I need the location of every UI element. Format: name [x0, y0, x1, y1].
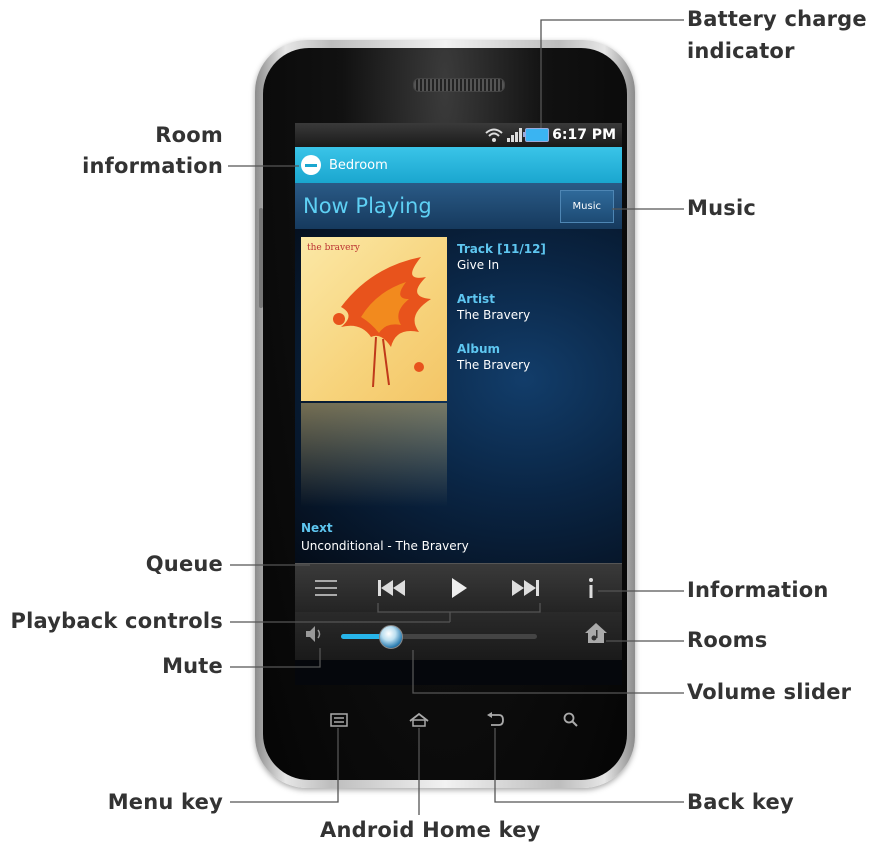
rooms-button[interactable]	[584, 622, 608, 650]
search-icon	[563, 712, 578, 727]
earpiece-speaker	[413, 78, 505, 92]
play-button[interactable]	[442, 571, 476, 605]
house-music-icon	[585, 623, 607, 643]
callout-room-line2: information	[82, 154, 223, 178]
callout-room-line1: Room	[155, 123, 223, 147]
callout-rooms: Rooms	[687, 628, 768, 652]
signal-icon	[507, 128, 523, 142]
phone-screen: 6:17 PM Bedroom Now Playing Music the br…	[295, 123, 622, 685]
menu-key[interactable]	[326, 707, 352, 733]
track-label: Track [11/12]	[457, 242, 546, 256]
track-name: Give In	[457, 258, 500, 272]
next-track-button[interactable]	[508, 571, 542, 605]
phoenix-artwork	[333, 257, 431, 388]
queue-button[interactable]	[309, 571, 343, 605]
status-time: 6:17 PM	[552, 127, 616, 143]
artist-name: The Bravery	[457, 308, 531, 322]
callout-music: Music	[687, 196, 756, 220]
play-icon	[451, 578, 467, 598]
track-metadata: Track [11/12] Give In Artist The Bravery…	[457, 241, 546, 391]
next-label: Next	[301, 521, 333, 535]
page-title: Now Playing	[303, 194, 432, 218]
search-key[interactable]	[558, 707, 584, 733]
home-key[interactable]	[406, 707, 432, 733]
album-art-text: the bravery	[307, 243, 360, 253]
menu-icon	[330, 713, 348, 727]
previous-track-button[interactable]	[375, 571, 409, 605]
battery-icon	[523, 128, 550, 142]
now-playing-bar: Now Playing Music	[295, 183, 622, 229]
home-icon	[409, 712, 429, 727]
back-icon	[487, 712, 504, 726]
volume-thumb[interactable]	[379, 624, 403, 649]
callout-queue: Queue	[145, 552, 223, 576]
info-icon	[589, 578, 593, 598]
wifi-icon	[485, 128, 503, 142]
previous-track-icon	[378, 580, 406, 596]
callout-playback: Playback controls	[10, 609, 223, 633]
album-name: The Bravery	[457, 358, 531, 372]
callout-mute: Mute	[162, 654, 223, 678]
music-button[interactable]: Music	[559, 189, 614, 223]
speaker-icon	[306, 625, 321, 642]
callout-home-key: Android Home key	[320, 818, 541, 842]
next-track-icon	[511, 580, 539, 596]
status-bar: 6:17 PM	[295, 123, 622, 147]
callout-battery-line1: Battery charge	[687, 7, 867, 31]
artist-label: Artist	[457, 292, 495, 306]
callout-volume: Volume slider	[687, 680, 852, 704]
playback-controls	[295, 563, 622, 612]
volume-slider[interactable]	[341, 624, 537, 649]
volume-bar	[295, 612, 622, 660]
callout-back-key: Back key	[687, 790, 794, 814]
side-button	[259, 208, 263, 308]
album-art-reflection	[301, 403, 447, 507]
album-label: Album	[457, 342, 501, 356]
room-bar[interactable]: Bedroom	[295, 147, 622, 183]
room-icon	[301, 155, 321, 175]
callout-information: Information	[687, 578, 829, 602]
queue-icon	[315, 580, 337, 596]
next-track: Next Unconditional - The Bravery	[301, 519, 469, 555]
back-key[interactable]	[482, 707, 508, 733]
info-button[interactable]	[574, 571, 608, 605]
room-name: Bedroom	[329, 157, 388, 173]
now-playing-content: the bravery Track [11/12] Give In Artist…	[295, 229, 622, 563]
callout-menu-key: Menu key	[107, 790, 223, 814]
next-value: Unconditional - The Bravery	[301, 539, 469, 553]
album-art[interactable]: the bravery	[301, 237, 447, 401]
mute-button[interactable]	[305, 625, 325, 648]
callout-battery-line2: indicator	[687, 39, 795, 63]
